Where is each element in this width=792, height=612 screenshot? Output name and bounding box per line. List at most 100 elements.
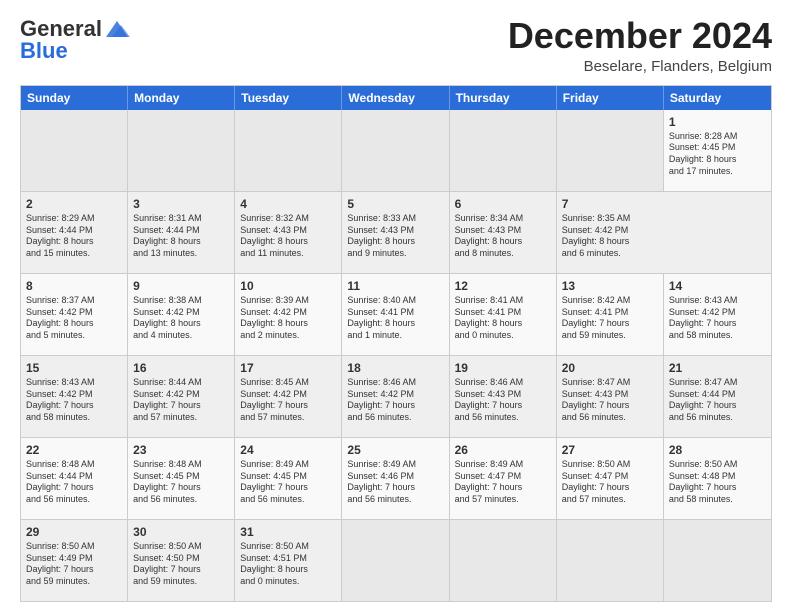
cell-line: Sunrise: 8:44 AM [133,377,229,389]
cell-line: and 59 minutes. [562,330,658,342]
cell-line: Sunrise: 8:39 AM [240,295,336,307]
cell-line: Sunset: 4:41 PM [455,307,551,319]
cell-line: Sunset: 4:42 PM [562,225,659,237]
cell-line: Daylight: 8 hours [26,318,122,330]
day-cell-3: 3Sunrise: 8:31 AMSunset: 4:44 PMDaylight… [128,192,235,273]
cell-line: Sunrise: 8:50 AM [133,541,229,553]
cell-line: and 57 minutes. [455,494,551,506]
cell-line: Sunset: 4:43 PM [455,225,551,237]
cell-line: Sunrise: 8:38 AM [133,295,229,307]
day-number: 15 [26,360,122,376]
empty-cell [21,110,128,191]
cell-line: Daylight: 7 hours [669,400,766,412]
cell-line: Sunrise: 8:33 AM [347,213,443,225]
cell-line: Sunset: 4:42 PM [133,389,229,401]
day-number: 7 [562,196,659,212]
cell-line: Daylight: 7 hours [669,482,766,494]
header-day-sunday: Sunday [21,86,128,110]
cell-line: Sunset: 4:43 PM [347,225,443,237]
cell-line: Daylight: 8 hours [26,236,122,248]
day-number: 9 [133,278,229,294]
header-day-tuesday: Tuesday [235,86,342,110]
day-number: 20 [562,360,658,376]
cell-line: Sunrise: 8:32 AM [240,213,336,225]
cell-line: and 4 minutes. [133,330,229,342]
cell-line: and 56 minutes. [26,494,122,506]
cell-line: Sunset: 4:44 PM [669,389,766,401]
day-cell-31: 31Sunrise: 8:50 AMSunset: 4:51 PMDayligh… [235,520,342,601]
cell-line: Sunrise: 8:29 AM [26,213,122,225]
day-cell-24: 24Sunrise: 8:49 AMSunset: 4:45 PMDayligh… [235,438,342,519]
header-day-saturday: Saturday [664,86,771,110]
day-cell-17: 17Sunrise: 8:45 AMSunset: 4:42 PMDayligh… [235,356,342,437]
cell-line: Sunset: 4:45 PM [240,471,336,483]
day-number: 1 [669,114,766,130]
header-day-thursday: Thursday [450,86,557,110]
cell-line: Daylight: 7 hours [562,318,658,330]
cell-line: Sunset: 4:47 PM [455,471,551,483]
day-number: 4 [240,196,336,212]
day-number: 18 [347,360,443,376]
logo: General Blue [20,16,132,64]
day-number: 30 [133,524,229,540]
cell-line: and 56 minutes. [347,412,443,424]
cell-line: and 58 minutes. [669,494,766,506]
cell-line: Sunrise: 8:50 AM [562,459,658,471]
day-number: 16 [133,360,229,376]
cell-line: Sunrise: 8:47 AM [669,377,766,389]
day-cell-20: 20Sunrise: 8:47 AMSunset: 4:43 PMDayligh… [557,356,664,437]
cell-line: Daylight: 8 hours [455,236,551,248]
cell-line: Sunset: 4:51 PM [240,553,336,565]
cell-line: Sunset: 4:46 PM [347,471,443,483]
cell-line: Sunset: 4:42 PM [669,307,766,319]
cell-line: Daylight: 7 hours [26,400,122,412]
cell-line: Sunset: 4:42 PM [26,307,122,319]
week-row-2: 2Sunrise: 8:29 AMSunset: 4:44 PMDaylight… [21,191,771,273]
day-number: 25 [347,442,443,458]
cell-line: and 17 minutes. [669,166,766,178]
cell-line: Daylight: 7 hours [562,400,658,412]
header-day-monday: Monday [128,86,235,110]
day-number: 24 [240,442,336,458]
cell-line: Daylight: 7 hours [26,482,122,494]
day-number: 23 [133,442,229,458]
day-cell-4: 4Sunrise: 8:32 AMSunset: 4:43 PMDaylight… [235,192,342,273]
cell-line: Sunset: 4:44 PM [133,225,229,237]
day-number: 14 [669,278,766,294]
cell-line: and 8 minutes. [455,248,551,260]
day-cell-15: 15Sunrise: 8:43 AMSunset: 4:42 PMDayligh… [21,356,128,437]
day-cell-25: 25Sunrise: 8:49 AMSunset: 4:46 PMDayligh… [342,438,449,519]
cell-line: Sunrise: 8:46 AM [455,377,551,389]
cell-line: and 58 minutes. [26,412,122,424]
cell-line: Daylight: 8 hours [347,318,443,330]
cell-line: Daylight: 8 hours [455,318,551,330]
cell-line: Sunrise: 8:50 AM [26,541,122,553]
cell-line: Sunrise: 8:43 AM [26,377,122,389]
cell-line: Daylight: 8 hours [347,236,443,248]
header-day-wednesday: Wednesday [342,86,449,110]
cell-line: Sunrise: 8:35 AM [562,213,659,225]
cell-line: Daylight: 7 hours [669,318,766,330]
day-number: 3 [133,196,229,212]
cell-line: Daylight: 8 hours [669,154,766,166]
cell-line: Daylight: 7 hours [347,400,443,412]
cell-line: Sunrise: 8:46 AM [347,377,443,389]
cell-line: Sunset: 4:42 PM [240,307,336,319]
day-number: 17 [240,360,336,376]
cell-line: and 13 minutes. [133,248,229,260]
cell-line: Daylight: 7 hours [455,400,551,412]
empty-cell [342,110,449,191]
empty-cell [128,110,235,191]
day-cell-26: 26Sunrise: 8:49 AMSunset: 4:47 PMDayligh… [450,438,557,519]
cell-line: Sunset: 4:44 PM [26,471,122,483]
header: General Blue December 2024 Beselare, Fla… [20,16,772,75]
cell-line: Sunset: 4:42 PM [133,307,229,319]
cell-line: Daylight: 7 hours [240,400,336,412]
day-cell-19: 19Sunrise: 8:46 AMSunset: 4:43 PMDayligh… [450,356,557,437]
cell-line: and 5 minutes. [26,330,122,342]
day-number: 6 [455,196,551,212]
cell-line: Sunset: 4:43 PM [455,389,551,401]
empty-cell [557,520,664,601]
cell-line: Daylight: 7 hours [26,564,122,576]
day-cell-1: 1Sunrise: 8:28 AMSunset: 4:45 PMDaylight… [664,110,771,191]
